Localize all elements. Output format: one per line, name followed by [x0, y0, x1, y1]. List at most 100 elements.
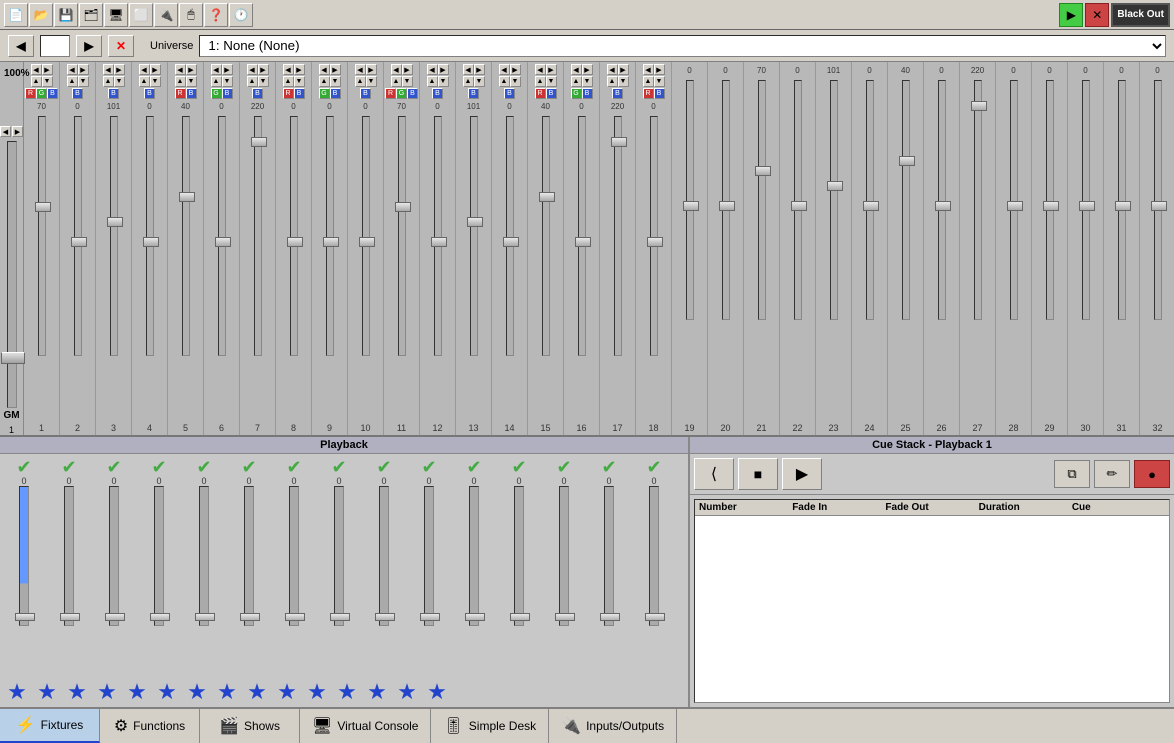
ch-pan-right-13[interactable]: ▶ [474, 64, 485, 75]
ch-green-1[interactable]: G [36, 88, 47, 99]
ch-tilt-down-15[interactable]: ▼ [546, 76, 557, 87]
pb-star-10[interactable]: ★ [272, 677, 302, 707]
pb-check-10[interactable]: ✔ [421, 458, 436, 476]
forward-button[interactable]: ▶ [76, 35, 102, 57]
ch-blue-16[interactable]: B [582, 88, 593, 99]
ch-tilt-up-10[interactable]: ▲ [355, 76, 366, 87]
dmxdump-button[interactable]: ⬜ [129, 3, 153, 27]
pb-check-12[interactable]: ✔ [511, 458, 526, 476]
ch-tilt-down-8[interactable]: ▼ [294, 76, 305, 87]
pb-handle-10[interactable] [420, 613, 440, 621]
pb-check-8[interactable]: ✔ [331, 458, 346, 476]
gm-pan-right[interactable]: ▶ [12, 126, 23, 137]
ch-pan-left-1[interactable]: ◀ [31, 64, 42, 75]
ch-handle-6[interactable] [215, 237, 231, 247]
ch-blue-14[interactable]: B [504, 88, 515, 99]
ch-handle-18[interactable] [647, 237, 663, 247]
ch-blue-13[interactable]: B [468, 88, 479, 99]
ch-pan-right-2[interactable]: ▶ [78, 64, 89, 75]
pb-check-6[interactable]: ✔ [241, 458, 256, 476]
ch-pan-left-13[interactable]: ◀ [463, 64, 474, 75]
pb-handle-3[interactable] [105, 613, 125, 621]
gm-pan-left[interactable]: ◀ [0, 126, 11, 137]
ch-handle-25[interactable] [899, 156, 915, 166]
ch-tilt-down-2[interactable]: ▼ [78, 76, 89, 87]
ch-blue-2[interactable]: B [72, 88, 83, 99]
ch-pan-left-5[interactable]: ◀ [175, 64, 186, 75]
ch-handle-10[interactable] [359, 237, 375, 247]
ch-pan-right-16[interactable]: ▶ [582, 64, 593, 75]
open-button[interactable]: 📂 [29, 3, 53, 27]
pb-handle-9[interactable] [375, 613, 395, 621]
ch-handle-22[interactable] [791, 201, 807, 211]
pb-star-7[interactable]: ★ [182, 677, 212, 707]
ch-tilt-up-11[interactable]: ▲ [391, 76, 402, 87]
ch-pan-right-12[interactable]: ▶ [438, 64, 449, 75]
ch-tilt-up-14[interactable]: ▲ [499, 76, 510, 87]
ch-blue-12[interactable]: B [432, 88, 443, 99]
pb-star-9[interactable]: ★ [242, 677, 272, 707]
ch-handle-23[interactable] [827, 181, 843, 191]
pb-check-1[interactable]: ✔ [16, 458, 31, 476]
go-button[interactable]: ▶ [1059, 3, 1083, 27]
ch-pan-right-10[interactable]: ▶ [366, 64, 377, 75]
cue-edit-button[interactable]: ✏ [1094, 460, 1130, 488]
gm-handle[interactable] [1, 352, 25, 364]
ch-handle-3[interactable] [107, 217, 123, 227]
pb-handle-1[interactable] [15, 613, 35, 621]
ch-pan-left-3[interactable]: ◀ [103, 64, 114, 75]
ch-pan-left-10[interactable]: ◀ [355, 64, 366, 75]
tab-shows[interactable]: 🎬Shows [200, 709, 300, 743]
pb-check-14[interactable]: ✔ [601, 458, 616, 476]
ch-handle-20[interactable] [719, 201, 735, 211]
ch-tilt-up-3[interactable]: ▲ [103, 76, 114, 87]
ch-red-11[interactable]: R [385, 88, 396, 99]
pb-star-15[interactable]: ★ [422, 677, 452, 707]
ch-tilt-down-1[interactable]: ▼ [42, 76, 53, 87]
ch-blue-6[interactable]: B [222, 88, 233, 99]
ch-handle-31[interactable] [1115, 201, 1131, 211]
tab-functions[interactable]: ⚙Functions [100, 709, 200, 743]
ch-pan-left-14[interactable]: ◀ [499, 64, 510, 75]
ch-blue-3[interactable]: B [108, 88, 119, 99]
ch-blue-17[interactable]: B [612, 88, 623, 99]
pb-handle-15[interactable] [645, 613, 665, 621]
ch-handle-7[interactable] [251, 137, 267, 147]
pb-star-13[interactable]: ★ [362, 677, 392, 707]
ch-red-1[interactable]: R [25, 88, 36, 99]
pb-star-12[interactable]: ★ [332, 677, 362, 707]
ch-red-18[interactable]: R [643, 88, 654, 99]
cue-delete-button[interactable]: ● [1134, 460, 1170, 488]
tab-simple_desk[interactable]: 🎚Simple Desk [431, 709, 549, 743]
ch-blue-9[interactable]: B [330, 88, 341, 99]
ch-tilt-up-9[interactable]: ▲ [319, 76, 330, 87]
pb-handle-13[interactable] [555, 613, 575, 621]
ch-red-15[interactable]: R [535, 88, 546, 99]
universe-select[interactable]: 1: None (None) [199, 35, 1166, 57]
ch-tilt-down-16[interactable]: ▼ [582, 76, 593, 87]
ch-pan-left-6[interactable]: ◀ [211, 64, 222, 75]
ch-handle-27[interactable] [971, 101, 987, 111]
ch-blue-11[interactable]: B [407, 88, 418, 99]
ch-tilt-down-6[interactable]: ▼ [222, 76, 233, 87]
ch-handle-11[interactable] [395, 202, 411, 212]
ch-green-11[interactable]: G [396, 88, 407, 99]
pb-star-5[interactable]: ★ [122, 677, 152, 707]
pb-star-2[interactable]: ★ [32, 677, 62, 707]
ch-pan-left-11[interactable]: ◀ [391, 64, 402, 75]
pb-check-5[interactable]: ✔ [196, 458, 211, 476]
pb-check-3[interactable]: ✔ [106, 458, 121, 476]
pb-handle-7[interactable] [285, 613, 305, 621]
save-button[interactable]: 💾 [54, 3, 78, 27]
ch-handle-32[interactable] [1151, 201, 1167, 211]
ch-handle-5[interactable] [179, 192, 195, 202]
ch-pan-left-7[interactable]: ◀ [247, 64, 258, 75]
ch-handle-8[interactable] [287, 237, 303, 247]
pb-check-13[interactable]: ✔ [556, 458, 571, 476]
back-button[interactable]: ◀ [8, 35, 34, 57]
pb-star-6[interactable]: ★ [152, 677, 182, 707]
new-button[interactable]: 📄 [4, 3, 28, 27]
ch-handle-14[interactable] [503, 237, 519, 247]
ch-tilt-down-14[interactable]: ▼ [510, 76, 521, 87]
ch-blue-8[interactable]: B [294, 88, 305, 99]
